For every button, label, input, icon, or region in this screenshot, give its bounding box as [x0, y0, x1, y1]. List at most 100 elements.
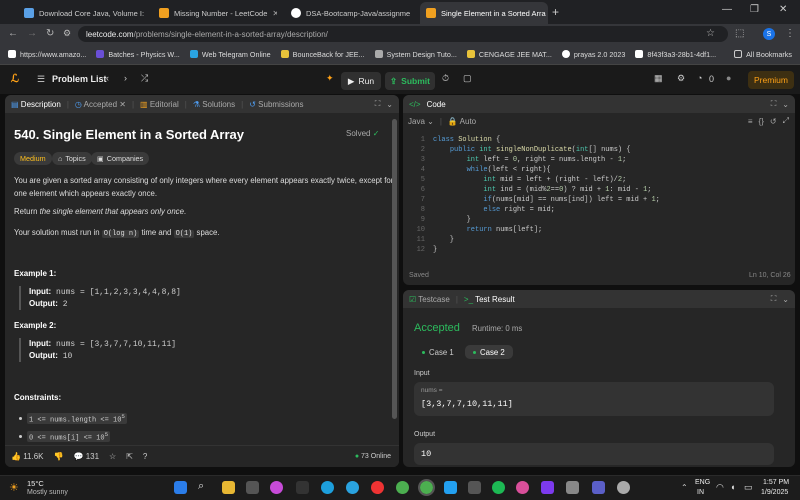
language-indicator[interactable]: ENG — [695, 479, 710, 486]
brackets-icon[interactable]: {} — [759, 117, 764, 126]
bookmark-item[interactable]: Batches - Physics W... — [96, 50, 180, 59]
expand-icon[interactable]: ⛶ — [771, 99, 777, 109]
topics-chip[interactable]: ⌂ Topics — [52, 152, 92, 165]
reload-icon[interactable]: ↻ — [46, 28, 54, 39]
auto-mode-toggle[interactable]: 🔒 Auto — [448, 117, 476, 126]
bookmark-item[interactable]: Web Telegram Online — [189, 50, 271, 59]
browser-tab-missing-number[interactable]: Missing Number - LeetCode ✕ — [153, 2, 277, 24]
store-icon[interactable] — [296, 481, 309, 494]
problem-list-link[interactable]: Problem List — [52, 74, 107, 84]
minimize-icon[interactable]: — — [722, 4, 732, 15]
leetcode-logo-icon[interactable]: ℒ — [11, 72, 19, 85]
tab-accepted[interactable]: ◷ Accepted ✕ — [75, 100, 126, 109]
browser-menu-icon[interactable]: ⋮ — [785, 28, 795, 39]
fullscreen-icon[interactable]: ⤢ — [783, 116, 789, 126]
settings-gear-icon[interactable]: ⚙ — [677, 73, 685, 84]
tab-testcase[interactable]: ☑ Testcase — [409, 295, 450, 304]
star-icon[interactable]: ☆ — [109, 452, 116, 461]
language-select[interactable]: Java ⌄ — [408, 117, 434, 126]
bookmark-item[interactable]: https://www.amazo... — [8, 50, 86, 59]
search-icon[interactable]: ⌕ — [198, 480, 204, 493]
dislike-icon[interactable]: 👎 — [54, 452, 64, 461]
debug-icon[interactable]: ✦ — [326, 73, 334, 84]
windows-taskbar: ☀ 15°C Mostly sunny ⌕ ⌃ ENG IN ◠ ◖ ▭ 1:5… — [0, 475, 800, 500]
teams-icon[interactable] — [592, 481, 605, 494]
companies-chip[interactable]: ▣ Companies — [91, 152, 150, 165]
browser-tab-github[interactable]: DSA-Bootcamp-Java/assignme ✕ — [285, 2, 415, 24]
browser-tab-core-java[interactable]: Download Core Java, Volume I: ✕ — [18, 2, 148, 24]
spotify-icon[interactable] — [492, 481, 505, 494]
task-view-icon[interactable] — [246, 481, 259, 494]
case-2-tab[interactable]: Case 2 — [465, 345, 513, 359]
help-icon[interactable]: ? — [143, 452, 147, 461]
run-button[interactable]: ▶ Run — [341, 72, 381, 90]
forward-arrow-icon[interactable]: → — [27, 28, 37, 39]
bookmark-item[interactable]: CENGAGE JEE MAT... — [466, 50, 552, 59]
new-tab-plus-icon[interactable]: + — [552, 5, 559, 19]
maximize-icon[interactable]: ❐ — [750, 4, 759, 15]
back-arrow-icon[interactable]: ← — [8, 28, 18, 39]
tab-test-result[interactable]: >_ Test Result — [464, 295, 515, 304]
tab-submissions[interactable]: ↺ Submissions — [249, 100, 303, 109]
close-icon[interactable]: ✕ — [272, 9, 277, 18]
wifi-icon[interactable]: ◠ — [716, 482, 724, 493]
like-button[interactable]: 👍 11.6K — [11, 452, 44, 461]
expand-icon[interactable]: ⛶ — [375, 99, 381, 109]
all-bookmarks[interactable]: All Bookmarks — [734, 50, 792, 59]
app-icon[interactable] — [468, 481, 481, 494]
collapse-icon[interactable]: ⌄ — [782, 295, 789, 304]
chevron-up-icon[interactable]: ⌃ — [681, 483, 688, 492]
prev-problem-icon[interactable]: ‹ — [106, 73, 109, 83]
bookmark-item[interactable]: 8f43f3a3-28b1-4df1... — [635, 50, 716, 59]
chrome-icon[interactable] — [396, 481, 409, 494]
chrome-active-icon[interactable] — [418, 479, 435, 496]
comments-button[interactable]: 💬 131 — [73, 452, 99, 461]
tab-description[interactable]: ▤ Description — [11, 100, 61, 109]
volume-icon[interactable]: ◖ — [730, 482, 735, 492]
timer-icon[interactable]: ⏱ — [442, 73, 449, 84]
app-icon[interactable] — [516, 481, 529, 494]
bookmark-item[interactable]: BounceBack for JEE... — [280, 50, 365, 59]
intellij-icon[interactable] — [541, 481, 554, 494]
tab-editorial[interactable]: ▥ Editorial — [140, 100, 179, 109]
url-field[interactable]: leetcode.com/problems/single-element-in-… — [78, 26, 728, 42]
app-icon[interactable] — [617, 481, 630, 494]
premium-button[interactable]: Premium — [748, 71, 794, 89]
reset-icon[interactable]: ↺ — [770, 117, 777, 126]
tab-solutions[interactable]: ⚗ Solutions — [193, 100, 235, 109]
share-icon[interactable]: ⇱ — [126, 452, 133, 461]
notes-icon[interactable]: ▢ — [463, 73, 472, 84]
shuffle-icon[interactable]: ⤮ — [141, 73, 148, 84]
site-info-icon[interactable]: ⚙ — [63, 28, 71, 39]
layout-icon[interactable]: ▦ — [654, 73, 663, 84]
bookmark-star-icon[interactable]: ☆ — [706, 28, 715, 39]
clock-time[interactable]: 1:57 PM — [763, 479, 789, 486]
app-icon[interactable] — [566, 481, 579, 494]
collapse-icon[interactable]: ⌄ — [386, 100, 393, 109]
file-explorer-icon[interactable] — [222, 481, 235, 494]
bookmark-item[interactable]: System Design Tuto... — [374, 50, 457, 59]
streak-icon[interactable]: ◔ — [697, 73, 702, 83]
scrollbar[interactable] — [392, 119, 397, 419]
app-icon[interactable] — [371, 481, 384, 494]
browser-tab-single-element[interactable]: Single Element in a Sorted Arra ✕ — [420, 2, 548, 24]
extensions-icon[interactable]: ⬚ — [735, 28, 744, 39]
case-1-tab[interactable]: Case 1 — [414, 345, 462, 359]
copilot-icon[interactable] — [270, 481, 283, 494]
collapse-icon[interactable]: ⌄ — [782, 100, 789, 109]
telegram-icon[interactable] — [346, 481, 359, 494]
bookmark-item[interactable]: prayas 2.0 2023 — [561, 50, 625, 59]
edge-icon[interactable] — [321, 481, 334, 494]
close-window-icon[interactable]: ✕ — [779, 4, 787, 15]
vscode-icon[interactable] — [444, 481, 457, 494]
profile-avatar[interactable]: S — [763, 28, 775, 40]
windows-start-icon[interactable] — [174, 481, 187, 494]
avatar[interactable]: ● — [726, 73, 731, 83]
expand-icon[interactable]: ⛶ — [771, 294, 777, 304]
weather-icon[interactable]: ☀ — [9, 481, 19, 494]
difficulty-badge[interactable]: Medium — [14, 152, 52, 165]
format-icon[interactable]: ≡ — [748, 117, 753, 126]
next-problem-icon[interactable]: › — [124, 73, 127, 83]
submit-button[interactable]: ⇪ Submit — [385, 72, 435, 90]
battery-icon[interactable]: ▭ — [744, 482, 753, 493]
